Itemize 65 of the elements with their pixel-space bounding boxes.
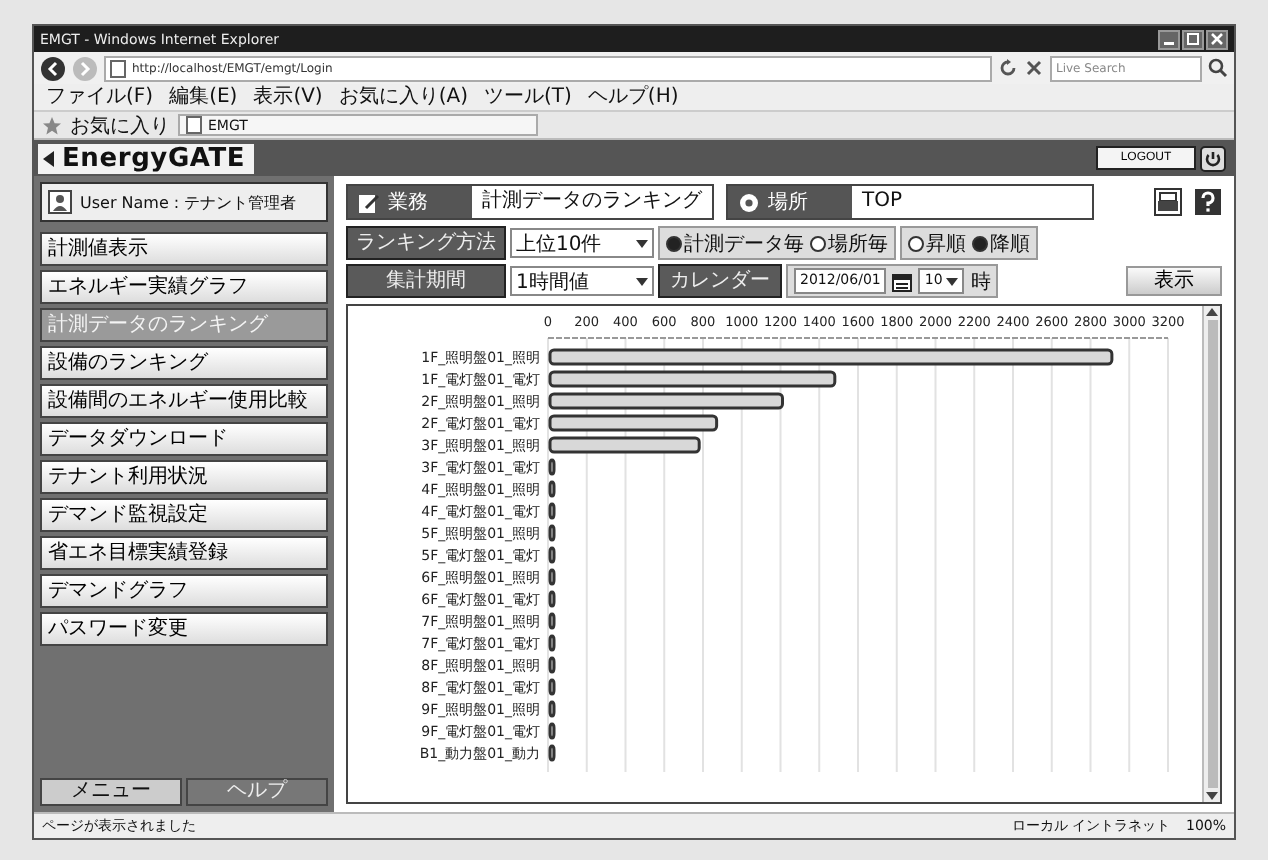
- dropdown-icon: [946, 277, 959, 285]
- radio-option[interactable]: 計測データ毎: [666, 229, 804, 257]
- logo-text: EnergyGATE: [62, 143, 246, 173]
- sidebar-item[interactable]: 省エネ目標実績登録: [40, 536, 328, 570]
- form-label: ランキング方法: [346, 226, 506, 260]
- calendar-icon[interactable]: [892, 271, 913, 291]
- sidebar-item[interactable]: 設備間のエネルギー使用比較: [40, 384, 328, 418]
- power-icon[interactable]: [1200, 145, 1226, 171]
- menu-item[interactable]: 編集(E): [169, 85, 238, 109]
- form-label: カレンダー: [658, 264, 782, 298]
- scroll-down-icon[interactable]: [1206, 792, 1218, 800]
- sidebar-item[interactable]: デマンド監視設定: [40, 498, 328, 532]
- field-value: 計測データのランキング: [480, 187, 704, 216]
- radio-button[interactable]: [666, 235, 682, 251]
- minimize-button[interactable]: [1158, 29, 1180, 49]
- refresh-icon[interactable]: [998, 58, 1018, 78]
- menu-item[interactable]: 表示(V): [253, 85, 323, 109]
- dropdown-icon: [636, 277, 648, 285]
- favorites-button[interactable]: お気に入り: [70, 111, 170, 139]
- maximize-button[interactable]: [1182, 29, 1204, 49]
- radio-button[interactable]: [810, 235, 826, 251]
- radio-button[interactable]: [908, 235, 924, 251]
- stop-icon[interactable]: [1024, 58, 1044, 78]
- sidebar-item[interactable]: 設備のランキング: [40, 346, 328, 380]
- menu-item[interactable]: ファイル(F): [46, 85, 154, 109]
- sidebar-item[interactable]: デマンドグラフ: [40, 574, 328, 608]
- collapse-icon[interactable]: [42, 149, 56, 167]
- sidebar-tab[interactable]: ヘルプ: [186, 778, 328, 806]
- back-icon[interactable]: [40, 55, 66, 81]
- sidebar-item[interactable]: 計測値表示: [40, 232, 328, 266]
- close-icon: [1210, 32, 1224, 46]
- page-icon: [186, 116, 202, 134]
- print-icon[interactable]: [1154, 188, 1182, 216]
- show-button[interactable]: 表示: [1126, 266, 1222, 296]
- hour-unit: 時: [970, 269, 991, 295]
- field-value: TOP: [860, 188, 905, 216]
- label-text: 業務: [388, 189, 428, 216]
- sidebar-tab[interactable]: メニュー: [40, 778, 182, 806]
- user-name: User Name : テナント管理者: [80, 191, 297, 213]
- radio-option[interactable]: 昇順: [908, 229, 966, 257]
- menu-item[interactable]: ヘルプ(H): [587, 85, 679, 109]
- period-dropdown[interactable]: 1時間値: [510, 266, 654, 296]
- dropdown-icon: [636, 239, 648, 247]
- sidebar-item[interactable]: データダウンロード: [40, 422, 328, 456]
- page-icon: [110, 59, 126, 77]
- sidebar-item[interactable]: テナント利用状況: [40, 460, 328, 494]
- search-icon[interactable]: [1208, 58, 1228, 78]
- scroll-up-icon[interactable]: [1206, 308, 1218, 316]
- star-icon: [42, 115, 62, 135]
- edit-icon: [358, 191, 380, 213]
- form-label: 集計期間: [346, 264, 506, 298]
- radio-option[interactable]: 場所毎: [810, 229, 888, 257]
- help-icon[interactable]: [1194, 188, 1222, 216]
- maximize-icon: [1186, 32, 1200, 46]
- user-icon: [48, 190, 72, 214]
- scrollbar[interactable]: [1202, 306, 1220, 802]
- method-dropdown[interactable]: 上位10件: [510, 228, 654, 258]
- sidebar-item[interactable]: エネルギー実績グラフ: [40, 270, 328, 304]
- radio-option[interactable]: 降順: [972, 229, 1030, 257]
- close-button[interactable]: [1206, 29, 1228, 49]
- label-text: 場所: [768, 189, 808, 216]
- menu-item[interactable]: ツール(T): [484, 85, 572, 109]
- menu-item[interactable]: お気に入り(A): [338, 85, 468, 109]
- radio-button[interactable]: [972, 235, 988, 251]
- sidebar-item[interactable]: パスワード変更: [40, 612, 328, 646]
